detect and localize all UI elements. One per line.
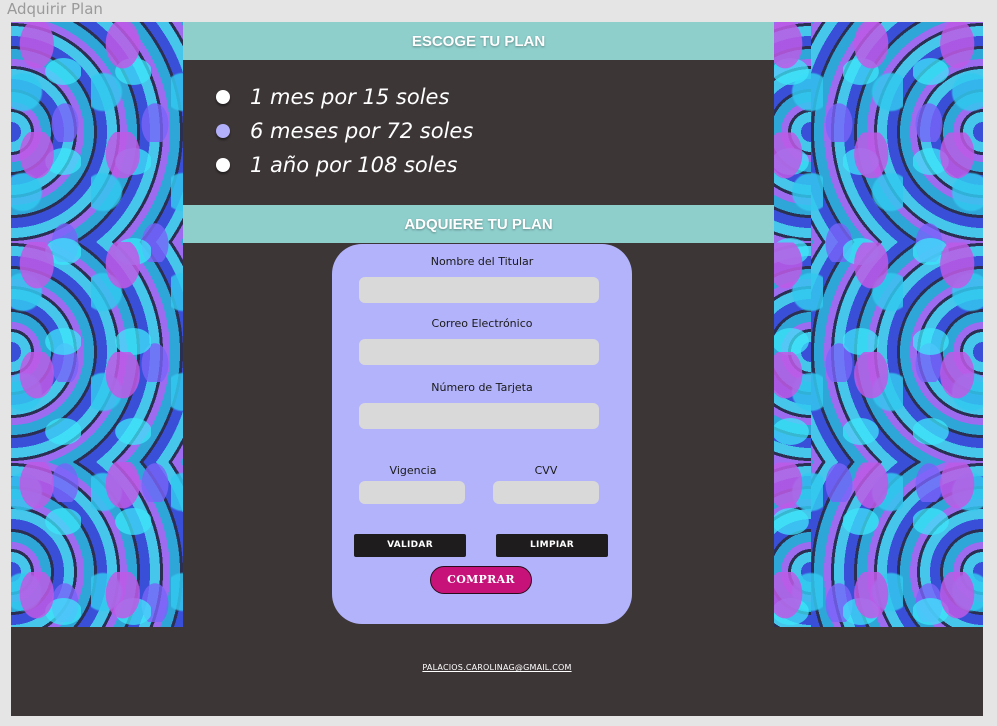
email-input[interactable] [359, 339, 599, 365]
plan-options: 1 mes por 15 soles 6 meses por 72 soles … [216, 80, 473, 182]
radio-selected-icon[interactable] [216, 124, 230, 138]
payment-form: Nombre del Titular Correo Electrónico Nú… [332, 244, 632, 624]
validate-button[interactable]: VALIDAR [354, 534, 466, 557]
holder-name-input[interactable] [359, 277, 599, 303]
cvv-input[interactable] [493, 481, 599, 504]
contact-email-link[interactable]: PALACIOS.CAROLINAG@GMAIL.COM [11, 663, 983, 672]
email-label: Correo Electrónico [431, 317, 533, 330]
radio-icon[interactable] [216, 158, 230, 172]
acquire-plan-header: ADQUIERE TU PLAN [183, 205, 774, 243]
plan-option-label: 6 meses por 72 soles [250, 119, 474, 143]
clear-button[interactable]: LIMPIAR [496, 534, 608, 557]
card-number-input[interactable] [359, 403, 599, 429]
plan-option-1-year[interactable]: 1 año por 108 soles [216, 148, 473, 182]
frame-title: Adquirir Plan [7, 0, 103, 18]
holder-name-label: Nombre del Titular [430, 255, 534, 268]
stained-glass-pattern-right [774, 22, 983, 627]
plan-option-6-months[interactable]: 6 meses por 72 soles [216, 114, 473, 148]
plan-option-1-month[interactable]: 1 mes por 15 soles [216, 80, 473, 114]
stained-glass-pattern-left [11, 22, 183, 627]
plan-option-label: 1 año por 108 soles [250, 153, 458, 177]
page-frame: ESCOGE TU PLAN 1 mes por 15 soles 6 mese… [11, 22, 983, 716]
card-number-label: Número de Tarjeta [431, 381, 533, 394]
validity-label: Vigencia [389, 464, 437, 477]
buy-button[interactable]: COMPRAR [430, 566, 532, 594]
cvv-label: CVV [534, 464, 558, 477]
radio-icon[interactable] [216, 90, 230, 104]
choose-plan-header: ESCOGE TU PLAN [183, 22, 774, 60]
footer: PALACIOS.CAROLINAG@GMAIL.COM [11, 627, 983, 716]
validity-input[interactable] [359, 481, 465, 504]
plan-option-label: 1 mes por 15 soles [250, 85, 450, 109]
